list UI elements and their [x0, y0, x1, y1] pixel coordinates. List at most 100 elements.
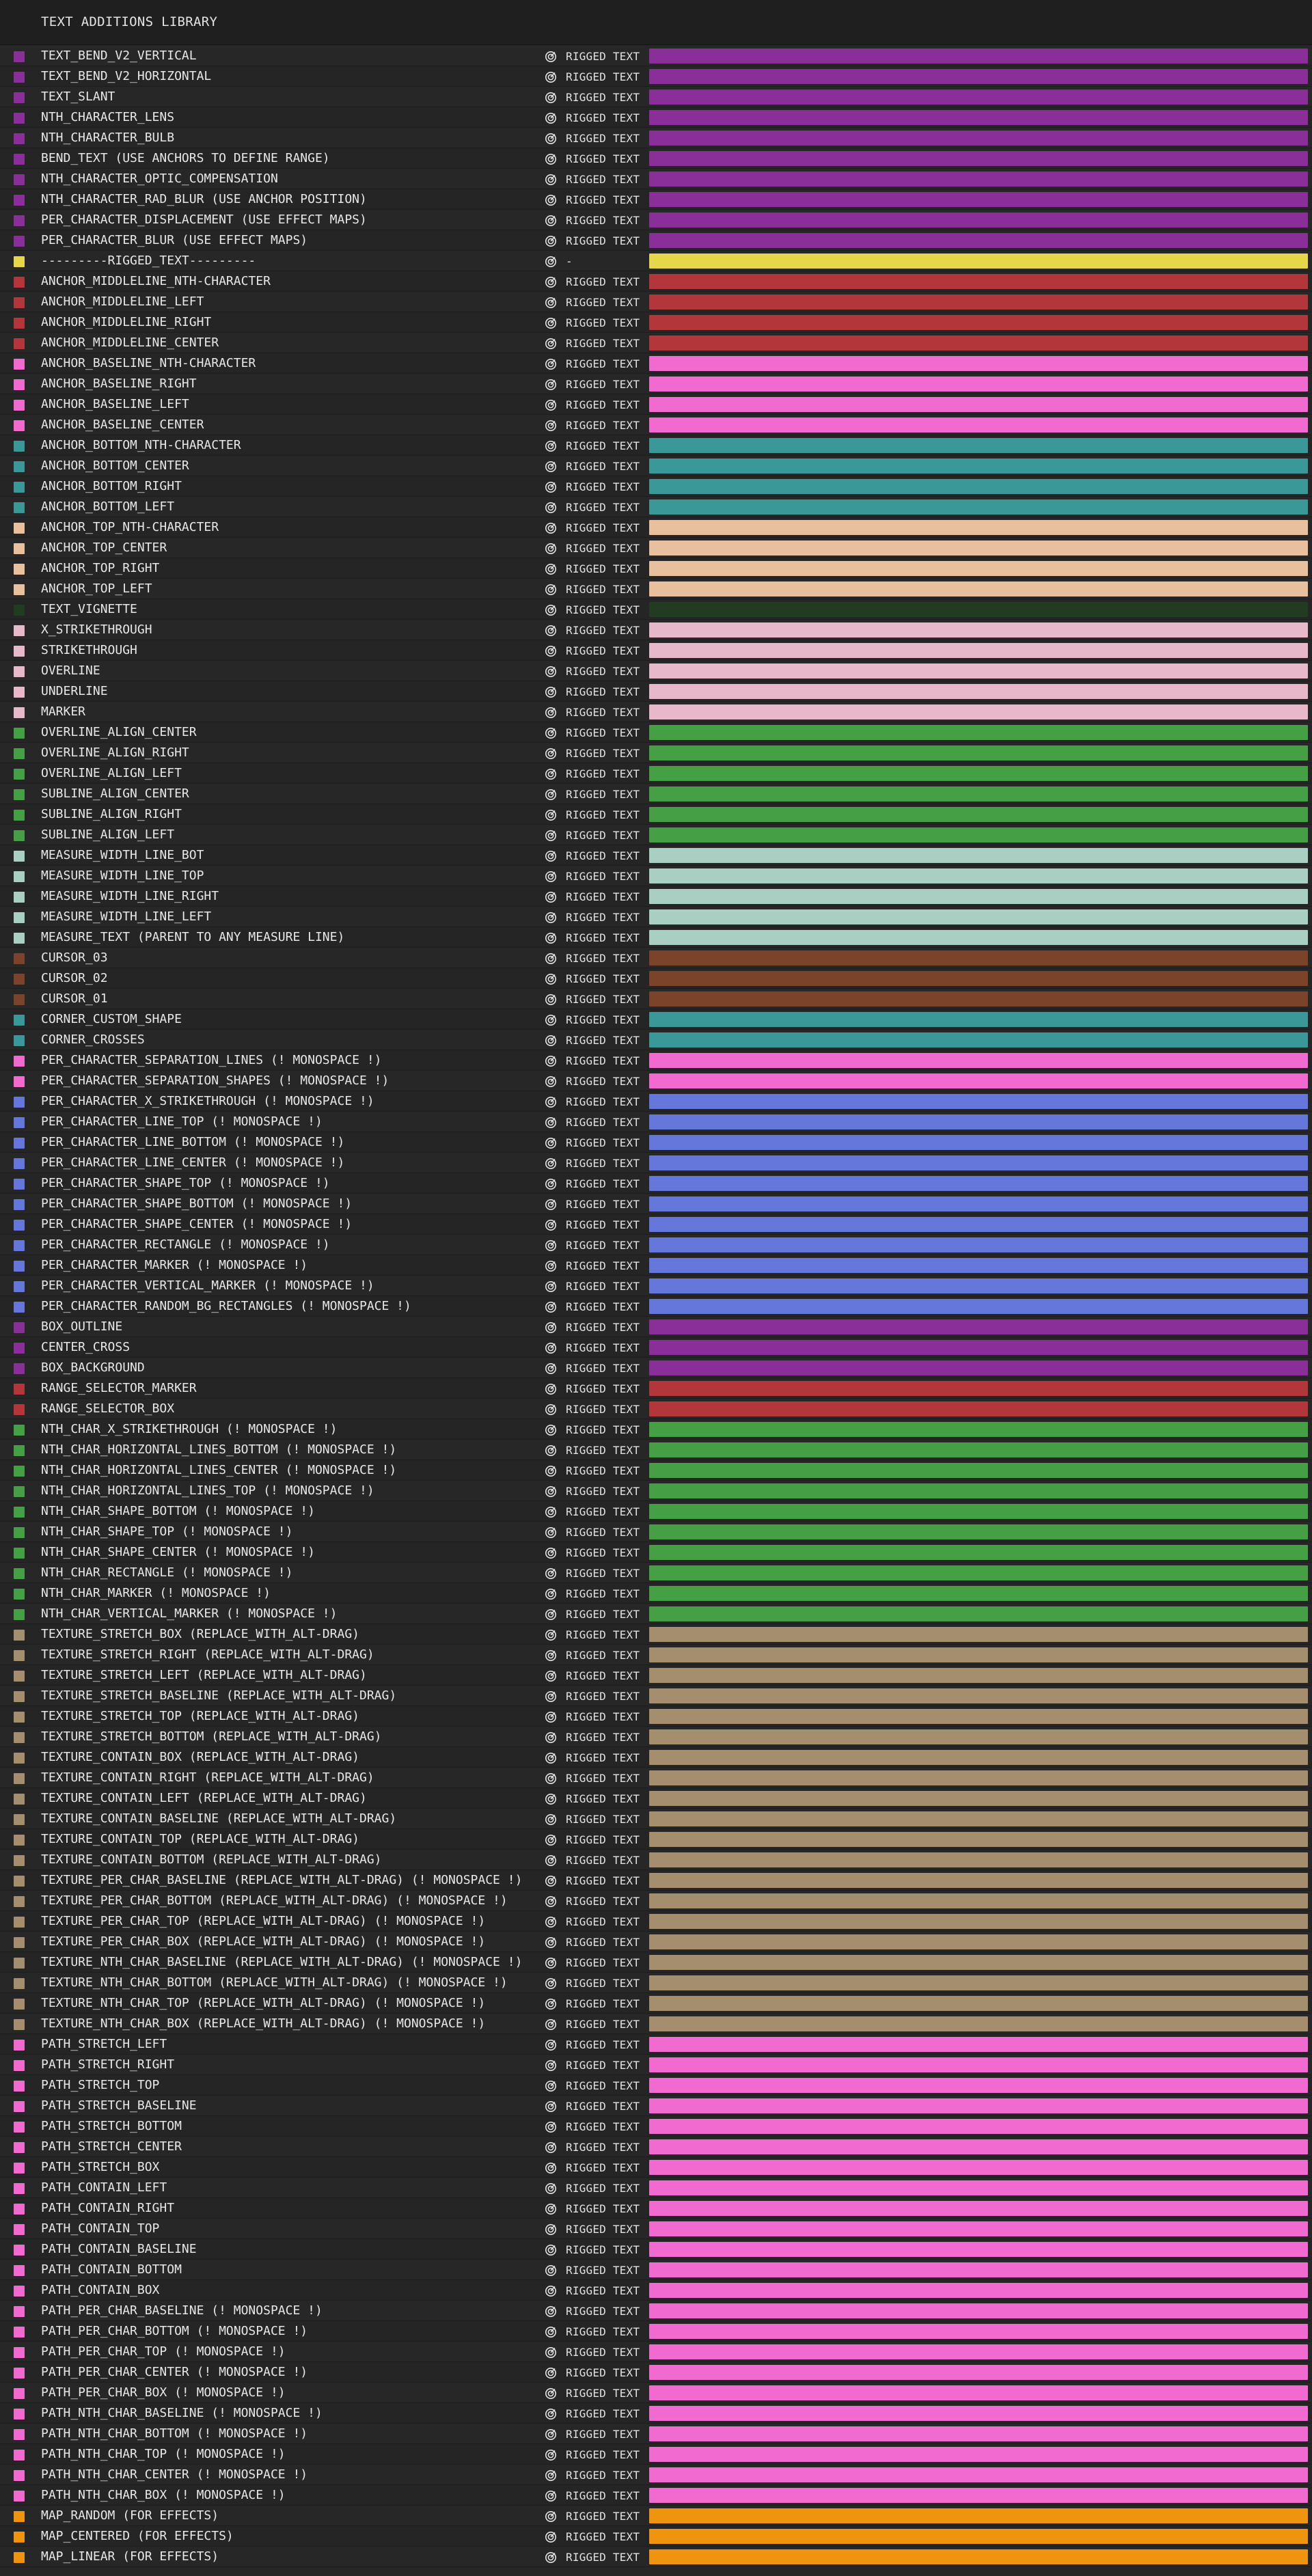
library-row[interactable]: MARKER RIGGED TEXT [0, 702, 1312, 722]
library-row[interactable]: PATH_CONTAIN_BASELINE RIGGED TEXT [0, 2239, 1312, 2260]
library-row[interactable]: TEXT_SLANT RIGGED TEXT [0, 87, 1312, 107]
library-row[interactable]: TEXTURE_PER_CHAR_BOX (REPLACE_WITH_ALT-D… [0, 1932, 1312, 1952]
library-row[interactable]: PATH_NTH_CHAR_BOX (! MONOSPACE !) RIGGED … [0, 2485, 1312, 2506]
library-row[interactable]: PER_CHARACTER_LINE_CENTER (! MONOSPACE !… [0, 1153, 1312, 1173]
library-row[interactable]: PER_CHARACTER_LINE_BOTTOM (! MONOSPACE !… [0, 1132, 1312, 1153]
library-row[interactable]: PER_CHARACTER_BLUR (USE EFFECT MAPS) RIGG… [0, 230, 1312, 251]
library-row[interactable]: PATH_CONTAIN_TOP RIGGED TEXT [0, 2219, 1312, 2239]
library-row[interactable]: PER_CHARACTER_X_STRIKETHROUGH (! MONOSPA… [0, 1091, 1312, 1112]
library-row[interactable]: BEND_TEXT (USE ANCHORS TO DEFINE RANGE) R… [0, 148, 1312, 169]
library-row[interactable]: CURSOR_01 RIGGED TEXT [0, 989, 1312, 1009]
library-row[interactable]: MAP_RANDOM (FOR EFFECTS) RIGGED TEXT [0, 2506, 1312, 2526]
library-row[interactable]: NTH_CHAR_HORIZONTAL_LINES_BOTTOM (! MONO… [0, 1440, 1312, 1460]
library-row[interactable]: NTH_CHARACTER_BULB RIGGED TEXT [0, 128, 1312, 148]
library-row[interactable]: TEXTURE_STRETCH_LEFT (REPLACE_WITH_ALT-D… [0, 1665, 1312, 1686]
library-row[interactable]: PATH_NTH_CHAR_BOTTOM (! MONOSPACE !) RIGG… [0, 2424, 1312, 2444]
library-row[interactable]: NTH_CHAR_SHAPE_TOP (! MONOSPACE !) RIGGED… [0, 1522, 1312, 1542]
library-row[interactable]: ANCHOR_TOP_NTH-CHARACTER RIGGED TEXT [0, 517, 1312, 538]
library-row[interactable]: PATH_STRETCH_BOTTOM RIGGED TEXT [0, 2116, 1312, 2137]
library-row[interactable]: SUBLINE_ALIGN_CENTER RIGGED TEXT [0, 784, 1312, 804]
library-row[interactable]: PER_CHARACTER_VERTICAL_MARKER (! MONOSPA… [0, 1276, 1312, 1296]
library-row[interactable]: SUBLINE_ALIGN_LEFT RIGGED TEXT [0, 825, 1312, 845]
library-row[interactable]: TEXTURE_CONTAIN_BOTTOM (REPLACE_WITH_ALT… [0, 1850, 1312, 1870]
library-row[interactable]: NTH_CHAR_HORIZONTAL_LINES_CENTER (! MONO… [0, 1460, 1312, 1481]
library-row[interactable]: ANCHOR_MIDDLELINE_CENTER RIGGED TEXT [0, 333, 1312, 353]
library-row[interactable]: X_STRIKETHROUGH RIGGED TEXT [0, 620, 1312, 640]
library-row[interactable]: BOX_BACKGROUND RIGGED TEXT [0, 1358, 1312, 1378]
library-row[interactable]: PATH_PER_CHAR_BASELINE (! MONOSPACE !) RI… [0, 2301, 1312, 2321]
library-row[interactable]: MEASURE_WIDTH_LINE_RIGHT RIGGED TEXT [0, 886, 1312, 907]
library-row[interactable]: PER_CHARACTER_LINE_TOP (! MONOSPACE !) RI… [0, 1112, 1312, 1132]
library-row[interactable]: PER_CHARACTER_MARKER (! MONOSPACE !) RIGG… [0, 1255, 1312, 1276]
library-row[interactable]: CORNER_CUSTOM_SHAPE RIGGED TEXT [0, 1009, 1312, 1030]
library-row[interactable]: TEXTURE_PER_CHAR_BASELINE (REPLACE_WITH_… [0, 1870, 1312, 1891]
library-row[interactable]: PATH_NTH_CHAR_TOP (! MONOSPACE !) RIGGED … [0, 2444, 1312, 2465]
library-row[interactable]: SUBLINE_ALIGN_RIGHT RIGGED TEXT [0, 804, 1312, 825]
library-row[interactable]: PATH_STRETCH_RIGHT RIGGED TEXT [0, 2055, 1312, 2075]
library-row[interactable]: MEASURE_TEXT (PARENT TO ANY MEASURE LINE… [0, 927, 1312, 948]
library-row[interactable]: ---------RIGGED_TEXT--------- - [0, 251, 1312, 271]
library-row[interactable]: TEXTURE_NTH_CHAR_TOP (REPLACE_WITH_ALT-D… [0, 1993, 1312, 2014]
library-row[interactable]: TEXTURE_NTH_CHAR_BOX (REPLACE_WITH_ALT-D… [0, 2014, 1312, 2034]
library-row[interactable]: PER_CHARACTER_SHAPE_CENTER (! MONOSPACE … [0, 1214, 1312, 1235]
library-row[interactable]: MEASURE_WIDTH_LINE_TOP RIGGED TEXT [0, 866, 1312, 886]
library-row[interactable]: ANCHOR_MIDDLELINE_RIGHT RIGGED TEXT [0, 312, 1312, 333]
library-row[interactable]: ANCHOR_BASELINE_RIGHT RIGGED TEXT [0, 374, 1312, 394]
library-row[interactable]: ANCHOR_BASELINE_CENTER RIGGED TEXT [0, 415, 1312, 435]
library-row[interactable]: PER_CHARACTER_RANDOM_BG_RECTANGLES (! MO… [0, 1296, 1312, 1317]
library-row[interactable]: UNDERLINE RIGGED TEXT [0, 681, 1312, 702]
library-row[interactable]: NTH_CHAR_VERTICAL_MARKER (! MONOSPACE !)… [0, 1604, 1312, 1624]
library-row[interactable]: TEXTURE_STRETCH_RIGHT (REPLACE_WITH_ALT-… [0, 1645, 1312, 1665]
library-row[interactable]: ANCHOR_TOP_RIGHT RIGGED TEXT [0, 558, 1312, 579]
library-row[interactable]: TEXT_BEND_V2_VERTICAL RIGGED TEXT [0, 46, 1312, 66]
library-row[interactable]: PATH_PER_CHAR_BOTTOM (! MONOSPACE !) RIGG… [0, 2321, 1312, 2342]
library-row[interactable]: PATH_STRETCH_TOP RIGGED TEXT [0, 2075, 1312, 2096]
library-row[interactable]: NTH_CHARACTER_RAD_BLUR (USE ANCHOR POSIT… [0, 189, 1312, 210]
library-row[interactable]: TEXTURE_STRETCH_BOX (REPLACE_WITH_ALT-DR… [0, 1624, 1312, 1645]
library-row[interactable]: OVERLINE RIGGED TEXT [0, 661, 1312, 681]
library-row[interactable]: PER_CHARACTER_SEPARATION_SHAPES (! MONOS… [0, 1071, 1312, 1091]
library-row[interactable]: TEXTURE_NTH_CHAR_BASELINE (REPLACE_WITH_… [0, 1952, 1312, 1973]
library-row[interactable]: CORNER_CROSSES RIGGED TEXT [0, 1030, 1312, 1050]
library-row[interactable]: ANCHOR_TOP_CENTER RIGGED TEXT [0, 538, 1312, 558]
library-row[interactable]: ANCHOR_BOTTOM_NTH-CHARACTER RIGGED TEXT [0, 435, 1312, 456]
library-row[interactable]: PATH_STRETCH_CENTER RIGGED TEXT [0, 2137, 1312, 2157]
library-row[interactable]: PATH_STRETCH_BASELINE RIGGED TEXT [0, 2096, 1312, 2116]
library-row[interactable]: OVERLINE_ALIGN_CENTER RIGGED TEXT [0, 722, 1312, 743]
library-row[interactable]: BOX_OUTLINE RIGGED TEXT [0, 1317, 1312, 1337]
library-row[interactable]: TEXTURE_STRETCH_BOTTOM (REPLACE_WITH_ALT… [0, 1727, 1312, 1747]
library-row[interactable]: ANCHOR_BOTTOM_LEFT RIGGED TEXT [0, 497, 1312, 517]
library-row[interactable]: NTH_CHAR_SHAPE_CENTER (! MONOSPACE !) RIG… [0, 1542, 1312, 1563]
library-row[interactable]: NTH_CHAR_X_STRIKETHROUGH (! MONOSPACE !)… [0, 1419, 1312, 1440]
library-row[interactable]: TEXT_VIGNETTE RIGGED TEXT [0, 599, 1312, 620]
library-row[interactable]: OVERLINE_ALIGN_RIGHT RIGGED TEXT [0, 743, 1312, 763]
library-row[interactable]: TEXTURE_STRETCH_BASELINE (REPLACE_WITH_A… [0, 1686, 1312, 1706]
library-row[interactable]: CURSOR_02 RIGGED TEXT [0, 968, 1312, 989]
library-row[interactable]: PATH_CONTAIN_BOX RIGGED TEXT [0, 2280, 1312, 2301]
library-row[interactable]: NTH_CHAR_RECTANGLE (! MONOSPACE !) RIGGED… [0, 1563, 1312, 1583]
library-row[interactable]: PATH_CONTAIN_BOTTOM RIGGED TEXT [0, 2260, 1312, 2280]
library-row[interactable]: CURSOR_03 RIGGED TEXT [0, 948, 1312, 968]
library-row[interactable]: MAP_CENTERED (FOR EFFECTS) RIGGED TEXT [0, 2526, 1312, 2547]
library-row[interactable]: RANGE_SELECTOR_BOX RIGGED TEXT [0, 1399, 1312, 1419]
library-row[interactable]: PER_CHARACTER_SEPARATION_LINES (! MONOSP… [0, 1050, 1312, 1071]
library-row[interactable]: ANCHOR_BASELINE_NTH-CHARACTER RIGGED TEXT [0, 353, 1312, 374]
library-row[interactable]: TEXTURE_NTH_CHAR_BOTTOM (REPLACE_WITH_AL… [0, 1973, 1312, 1993]
library-row[interactable]: TEXTURE_CONTAIN_LEFT (REPLACE_WITH_ALT-D… [0, 1788, 1312, 1809]
library-row[interactable]: NTH_CHAR_SHAPE_BOTTOM (! MONOSPACE !) RIG… [0, 1501, 1312, 1522]
library-row[interactable]: MAP_LINEAR (FOR EFFECTS) RIGGED TEXT [0, 2547, 1312, 2567]
library-row[interactable]: PER_CHARACTER_SHAPE_BOTTOM (! MONOSPACE … [0, 1194, 1312, 1214]
library-row[interactable]: OVERLINE_ALIGN_LEFT RIGGED TEXT [0, 763, 1312, 784]
library-row[interactable]: TEXTURE_CONTAIN_BOX (REPLACE_WITH_ALT-DR… [0, 1747, 1312, 1768]
library-row[interactable]: PATH_NTH_CHAR_BASELINE (! MONOSPACE !) RI… [0, 2403, 1312, 2424]
library-row[interactable]: NTH_CHARACTER_OPTIC_COMPENSATION RIGGED T… [0, 169, 1312, 189]
library-row[interactable]: ANCHOR_TOP_LEFT RIGGED TEXT [0, 579, 1312, 599]
library-row[interactable]: NTH_CHAR_MARKER (! MONOSPACE !) RIGGED TE… [0, 1583, 1312, 1604]
library-row[interactable]: TEXTURE_CONTAIN_RIGHT (REPLACE_WITH_ALT-… [0, 1768, 1312, 1788]
library-row[interactable]: ANCHOR_MIDDLELINE_NTH-CHARACTER RIGGED TE… [0, 271, 1312, 292]
library-row[interactable]: TEXTURE_PER_CHAR_TOP (REPLACE_WITH_ALT-D… [0, 1911, 1312, 1932]
library-row[interactable]: PATH_CONTAIN_RIGHT RIGGED TEXT [0, 2198, 1312, 2219]
library-row[interactable]: PATH_STRETCH_BOX RIGGED TEXT [0, 2157, 1312, 2178]
library-row[interactable]: MEASURE_WIDTH_LINE_LEFT RIGGED TEXT [0, 907, 1312, 927]
library-row[interactable]: PATH_PER_CHAR_CENTER (! MONOSPACE !) RIGG… [0, 2362, 1312, 2383]
